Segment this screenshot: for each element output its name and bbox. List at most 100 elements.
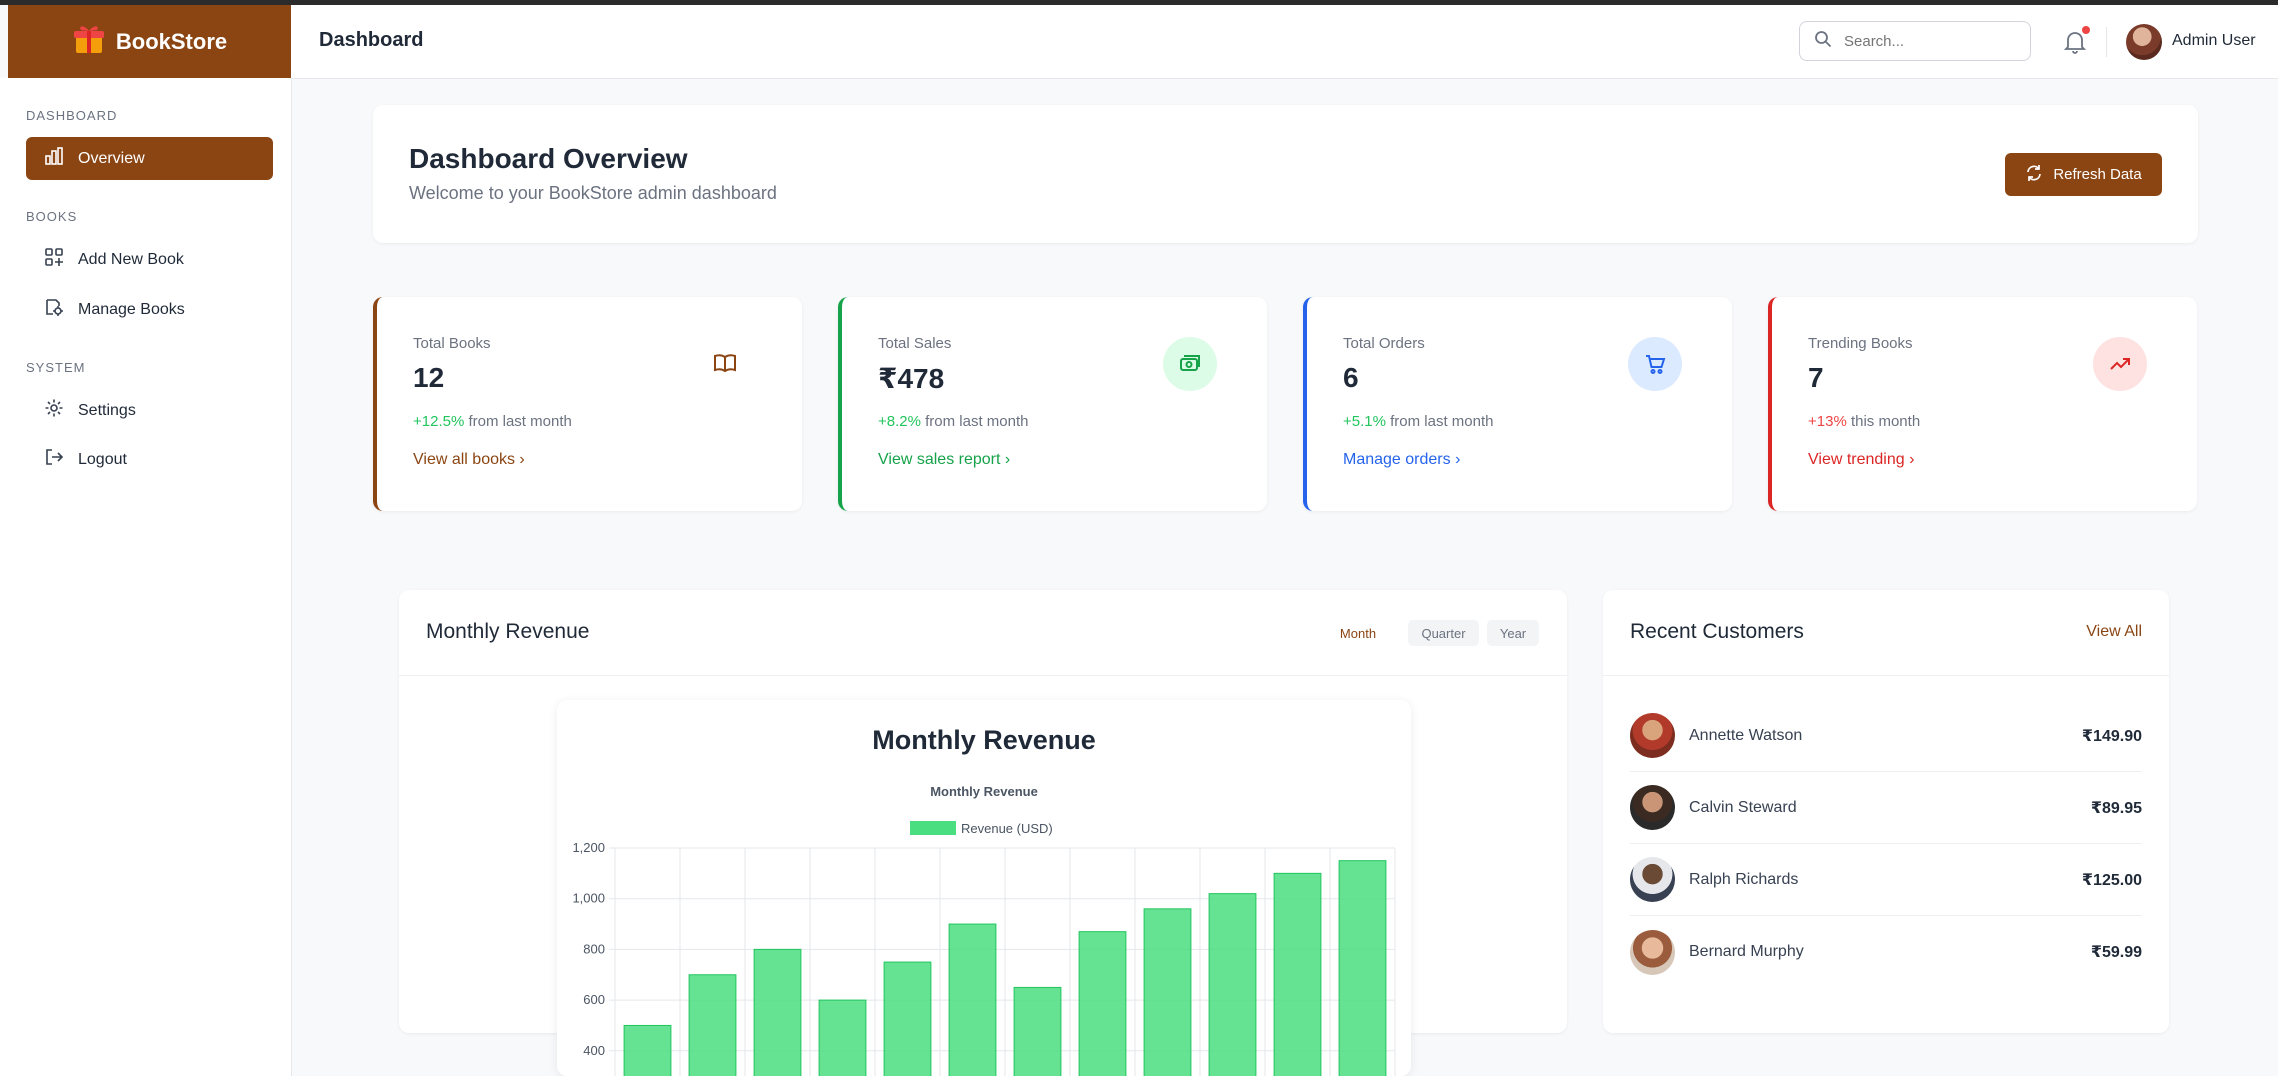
recent-customers-card: Recent Customers View All Annette Watson…: [1603, 590, 2169, 1033]
chart-bar[interactable]: [688, 974, 737, 1076]
stat-value: 12: [413, 362, 445, 393]
stat-card-trending-books: Trending Books 7 +13% this month View tr…: [1768, 297, 2197, 511]
stat-change-text: this month: [1846, 413, 1921, 430]
period-quarter-button[interactable]: Quarter: [1408, 620, 1479, 646]
user-name[interactable]: Admin User: [2172, 32, 2256, 50]
link-label: Manage orders: [1343, 451, 1451, 468]
customer-name: Calvin Steward: [1689, 798, 1797, 816]
overview-title: Dashboard Overview: [409, 143, 688, 174]
header-divider: [2106, 27, 2107, 57]
cash-icon: [1163, 337, 1217, 391]
chart-bar[interactable]: [948, 923, 997, 1076]
avatar: [1630, 929, 1675, 975]
legend-label: Revenue (USD): [961, 821, 1053, 836]
trending-up-icon: [2093, 337, 2147, 391]
sidebar-item-label: Manage Books: [78, 300, 185, 318]
sidebar-item-add-new-book[interactable]: Add New Book: [26, 238, 273, 281]
customers-title: Recent Customers: [1630, 620, 1804, 643]
chart-bar[interactable]: [753, 948, 802, 1076]
stat-card-total-sales: Total Sales ₹478 +8.2% from last month V…: [838, 297, 1267, 511]
book-icon: [698, 337, 752, 391]
gear-icon: [44, 398, 64, 423]
manage-orders-link[interactable]: Manage orders ›: [1343, 451, 1460, 469]
customer-name: Annette Watson: [1689, 726, 1803, 744]
sidebar-item-overview[interactable]: Overview: [26, 137, 273, 180]
sidebar-item-label: Settings: [78, 401, 136, 419]
y-tick-label: 1,200: [572, 840, 605, 855]
customer-amount: ₹125.00: [2081, 871, 2142, 889]
chart-icon: [44, 146, 64, 171]
view-trending-link[interactable]: View trending ›: [1808, 451, 1914, 469]
search-box[interactable]: [1799, 21, 2031, 61]
chart-bar[interactable]: [1013, 986, 1062, 1076]
period-year-button[interactable]: Year: [1487, 620, 1539, 646]
sidebar: DASHBOARD Overview BOOKS Add New Book Ma…: [0, 78, 292, 1076]
cart-icon: [1628, 337, 1682, 391]
stat-label: Trending Books: [1808, 335, 1913, 352]
y-tick-label: 800: [583, 941, 605, 956]
avatar: [1630, 713, 1675, 758]
brand-name: BookStore: [115, 28, 228, 54]
avatar[interactable]: [2126, 24, 2162, 60]
refresh-label: Refresh Data: [2053, 166, 2142, 183]
page-title: Dashboard: [319, 29, 424, 51]
stat-change: +13% this month: [1808, 413, 1920, 430]
customer-name: Bernard Murphy: [1689, 943, 1804, 960]
overview-subtitle: Welcome to your BookStore admin dashboar…: [409, 183, 777, 203]
stat-change-percent: +12.5%: [413, 413, 465, 430]
sidebar-item-settings[interactable]: Settings: [26, 389, 273, 432]
stat-change-text: from last month: [1385, 413, 1494, 430]
chart-bar[interactable]: [1143, 908, 1192, 1076]
dashboard-overview-card: Dashboard Overview Welcome to your BookS…: [373, 105, 2198, 243]
notification-dot: [2082, 26, 2090, 34]
card-divider: [1603, 675, 2169, 676]
search-input[interactable]: [1842, 31, 2026, 51]
sidebar-item-logout[interactable]: Logout: [26, 438, 273, 481]
stat-change-percent: +8.2%: [878, 413, 921, 430]
chart-subtitle: Monthly Revenue: [930, 784, 1038, 799]
chart-bar[interactable]: [1338, 860, 1387, 1076]
legend-swatch: [910, 821, 956, 835]
refresh-data-button[interactable]: Refresh Data: [2005, 153, 2162, 196]
chart-bar[interactable]: [1078, 931, 1127, 1076]
stat-change: +8.2% from last month: [878, 413, 1029, 430]
chart-bar[interactable]: [1208, 893, 1257, 1076]
customer-row[interactable]: Bernard Murphy ₹59.99: [1630, 916, 2142, 988]
revenue-title: Monthly Revenue: [426, 620, 590, 643]
y-tick-label: 1,000: [572, 891, 605, 906]
customer-row[interactable]: Annette Watson ₹149.90: [1630, 700, 2142, 772]
stat-value: 6: [1343, 362, 1359, 393]
revenue-bar-chart: Monthly Revenue Monthly Revenue Revenue …: [572, 725, 1396, 1076]
avatar: [1630, 857, 1675, 902]
chart-bar[interactable]: [1273, 872, 1322, 1076]
customer-row[interactable]: Calvin Steward ₹89.95: [1630, 772, 2142, 844]
book-gear-icon: [44, 297, 64, 322]
grid-plus-icon: [44, 247, 64, 272]
sidebar-section-system: SYSTEM: [26, 360, 86, 375]
stat-card-total-books: Total Books 12 +12.5% from last month Vi…: [373, 297, 802, 511]
customer-name: Ralph Richards: [1689, 870, 1799, 888]
refresh-icon: [2025, 164, 2043, 186]
link-label: View trending: [1808, 451, 1905, 468]
chart-bar[interactable]: [818, 999, 867, 1076]
chart-bar[interactable]: [623, 1024, 672, 1076]
link-label: View all books: [413, 451, 515, 468]
customer-amount: ₹89.95: [2090, 799, 2142, 817]
customer-row[interactable]: Ralph Richards ₹125.00: [1630, 844, 2142, 916]
view-all-books-link[interactable]: View all books ›: [413, 451, 525, 469]
view-all-link[interactable]: View All: [2086, 623, 2142, 641]
customer-amount: ₹149.90: [2081, 727, 2142, 745]
y-tick-label: 600: [583, 992, 605, 1007]
sidebar-section-books: BOOKS: [26, 209, 78, 224]
view-sales-report-link[interactable]: View sales report ›: [878, 451, 1010, 469]
stat-change: +12.5% from last month: [413, 413, 572, 430]
chart-bar[interactable]: [883, 961, 932, 1076]
stat-change-text: from last month: [920, 413, 1029, 430]
revenue-chart: Monthly Revenue Monthly Revenue Revenue …: [557, 700, 1411, 1076]
stat-card-total-orders: Total Orders 6 +5.1% from last month Man…: [1303, 297, 1732, 511]
sidebar-item-manage-books[interactable]: Manage Books: [26, 288, 273, 331]
sidebar-item-label: Logout: [78, 450, 127, 468]
brand-logo-area[interactable]: BookStore: [8, 5, 291, 78]
period-month-button[interactable]: Month: [1334, 620, 1382, 646]
sidebar-section-dashboard: DASHBOARD: [26, 108, 118, 123]
